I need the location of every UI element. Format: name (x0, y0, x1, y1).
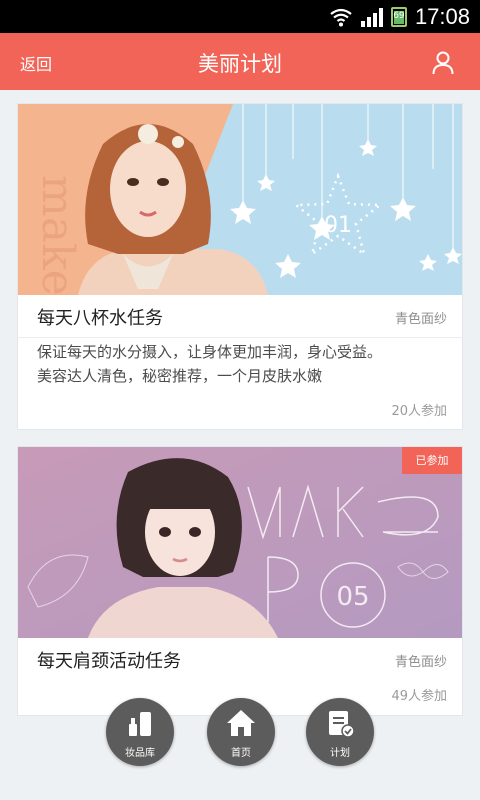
wifi-icon (330, 8, 352, 27)
plan-title: 每天肩颈活动任务 (37, 651, 181, 672)
home-icon (227, 710, 255, 736)
plan-icon (329, 711, 355, 738)
description-line: 美容达人清色，秘密推荐，一个月皮肤水嫩 (37, 367, 323, 385)
nav-home-button[interactable]: 首页 (207, 698, 275, 766)
status-bar: 69 17:08 (0, 0, 480, 33)
battery-icon: 69 (390, 7, 407, 27)
plan-tag: 青色面纱 (394, 655, 447, 670)
banner-number: 01 (324, 213, 352, 238)
participant-count: 49人参加 (391, 689, 447, 704)
plan-tag: 青色面纱 (394, 312, 447, 327)
status-time: 17:08 (414, 4, 470, 29)
battery-level: 69 (393, 11, 405, 21)
signal-icon (360, 7, 383, 27)
banner-number: 05 (336, 582, 369, 612)
cosmetics-icon (129, 712, 151, 736)
nav-label: 计划 (330, 748, 350, 759)
user-icon[interactable] (432, 51, 454, 75)
nav-label: 妆品库 (125, 748, 155, 759)
plan-card[interactable]: 05 已参加 每天肩颈活动任务 青色面纱 49人参加 (17, 446, 463, 716)
plan-description: 保证每天的水分摄入，让身体更加丰润，身心受益。 美容达人清色，秘密推荐，一个月皮… (37, 340, 447, 388)
card-divider (18, 337, 462, 338)
joined-badge: 已参加 (402, 447, 462, 474)
page-title: 美丽计划 (198, 52, 282, 76)
plan-banner-image: make 01 (18, 104, 462, 295)
plan-banner-image: 05 已参加 (18, 447, 462, 638)
app-header: 返回 美丽计划 (0, 33, 480, 90)
nav-cosmetics-button[interactable]: 妆品库 (106, 698, 174, 766)
plan-title: 每天八杯水任务 (37, 308, 163, 329)
participant-count: 20人参加 (391, 404, 447, 419)
description-line: 保证每天的水分摄入，让身体更加丰润，身心受益。 (37, 343, 383, 361)
nav-label: 首页 (231, 748, 251, 759)
nav-plan-button[interactable]: 计划 (306, 698, 374, 766)
svg-text:make: make (32, 175, 83, 295)
plan-card[interactable]: make 01 每天八杯水任务 青色面纱 保证每天的水分摄入，让身体更加丰润，身… (17, 103, 463, 430)
